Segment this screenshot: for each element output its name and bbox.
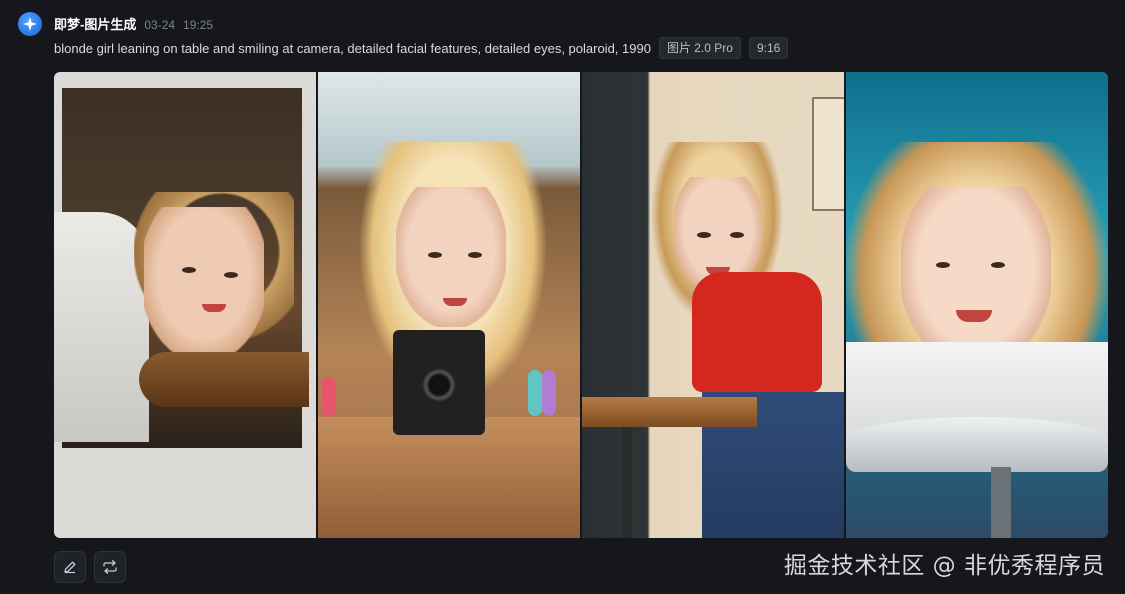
prompt-row: blonde girl leaning on table and smiling…	[54, 37, 789, 59]
ratio-tag: 9:16	[748, 37, 789, 59]
pencil-icon	[64, 561, 76, 574]
table-leg-shape	[991, 467, 1011, 538]
edit-button[interactable]	[54, 551, 86, 583]
eye-shape	[224, 272, 238, 278]
face-shape	[144, 207, 264, 357]
eye-shape	[697, 232, 711, 238]
eye-shape	[991, 262, 1005, 268]
watermark-text: 掘金技术社区 @ 非优秀程序员	[783, 553, 1105, 579]
table-shape	[846, 417, 1108, 472]
eye-shape	[730, 232, 744, 238]
wall-frame-shape	[812, 97, 844, 211]
generated-image-2[interactable]	[318, 72, 580, 538]
wristband-shape	[528, 370, 542, 416]
table-shape	[582, 397, 757, 427]
eye-shape	[936, 262, 950, 268]
generated-image-1[interactable]	[54, 72, 316, 538]
regenerate-button[interactable]	[94, 551, 126, 583]
message-header: 即梦-图片生成 03-24 19:25	[54, 14, 213, 33]
generation-card: 即梦-图片生成 03-24 19:25 blonde girl leaning …	[0, 0, 1125, 594]
eye-shape	[428, 252, 442, 258]
red-top-shape	[692, 272, 822, 392]
face-shape	[901, 187, 1051, 367]
table-leg-shape	[622, 427, 632, 538]
app-name: 即梦-图片生成	[54, 17, 137, 32]
date-label: 03-24	[144, 18, 176, 32]
table-shape	[139, 352, 309, 407]
model-tag: 图片 2.0 Pro	[658, 37, 741, 59]
wristband-shape	[542, 370, 556, 416]
counter-shape	[318, 417, 580, 538]
regenerate-icon	[103, 560, 117, 574]
generated-image-4[interactable]	[846, 72, 1108, 538]
time-label: 19:25	[183, 18, 214, 32]
prompt-text: blonde girl leaning on table and smiling…	[54, 40, 651, 56]
face-shape	[396, 187, 506, 327]
star-logo-icon	[23, 17, 37, 31]
app-avatar	[18, 12, 42, 36]
generated-image-3[interactable]	[582, 72, 844, 538]
eye-shape	[182, 267, 196, 273]
eye-shape	[468, 252, 482, 258]
wristband-shape	[322, 377, 336, 417]
instant-camera-shape	[393, 330, 485, 435]
image-grid	[54, 72, 1108, 538]
lens-shape	[422, 368, 456, 402]
